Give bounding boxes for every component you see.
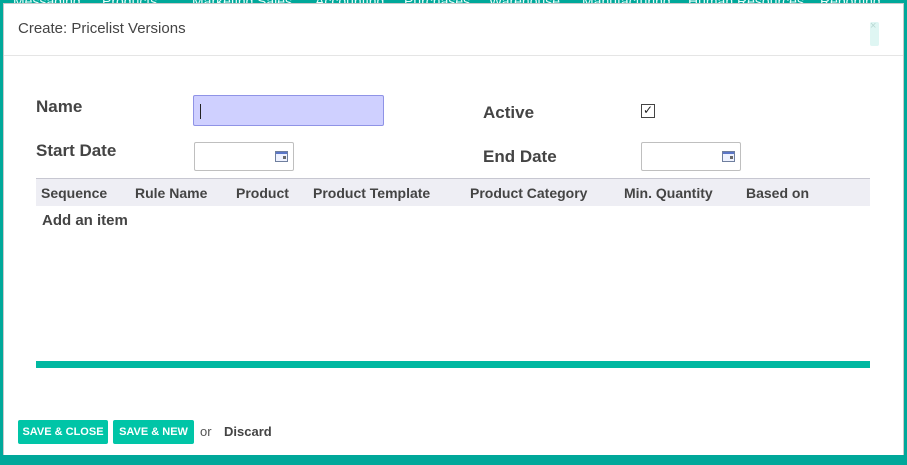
or-separator: or xyxy=(200,424,212,439)
end-date-input[interactable] xyxy=(641,142,741,171)
column-header-product-category[interactable]: Product Category xyxy=(470,185,587,201)
create-pricelist-version-dialog: Create: Pricelist Versions × Name Active… xyxy=(3,3,904,462)
close-button[interactable]: × xyxy=(870,20,879,46)
rules-table-header: Sequence Rule Name Product Product Templ… xyxy=(36,178,870,206)
dialog-header: Create: Pricelist Versions × xyxy=(4,4,903,56)
close-icon: × xyxy=(870,20,877,32)
column-header-product-template[interactable]: Product Template xyxy=(313,185,430,201)
add-item-link[interactable]: Add an item xyxy=(42,212,128,229)
column-header-sequence[interactable]: Sequence xyxy=(41,185,107,201)
dialog-title: Create: Pricelist Versions xyxy=(18,20,186,37)
text-cursor xyxy=(200,104,201,119)
checkmark-icon: ✓ xyxy=(643,103,654,117)
column-header-min-quantity[interactable]: Min. Quantity xyxy=(624,185,713,201)
start-date-input[interactable] xyxy=(194,142,294,171)
name-label: Name xyxy=(36,97,83,116)
active-label: Active xyxy=(483,103,535,122)
save-and-new-button[interactable]: SAVE & NEW xyxy=(113,420,194,444)
calendar-icon[interactable] xyxy=(722,151,735,162)
calendar-icon[interactable] xyxy=(275,151,288,162)
column-header-rule-name[interactable]: Rule Name xyxy=(135,185,207,201)
column-header-based-on[interactable]: Based on xyxy=(746,185,809,201)
end-date-label: End Date xyxy=(483,147,557,166)
save-and-close-button[interactable]: SAVE & CLOSE xyxy=(18,420,108,444)
column-header-product[interactable]: Product xyxy=(236,185,289,201)
discard-button[interactable]: Discard xyxy=(224,424,272,439)
start-date-label: Start Date xyxy=(36,141,117,160)
name-input[interactable] xyxy=(193,95,384,126)
app-background-strip xyxy=(0,455,907,465)
active-checkbox[interactable]: ✓ xyxy=(641,103,655,118)
table-footer-bar xyxy=(36,361,870,368)
